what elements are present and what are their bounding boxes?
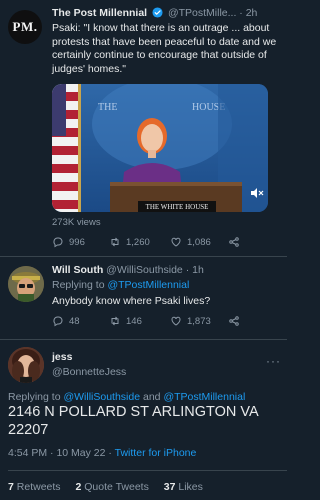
user-handle[interactable]: @TPostMille... <box>168 7 236 19</box>
display-name[interactable]: jess <box>52 351 72 363</box>
heart-icon <box>171 237 181 247</box>
quote-tweets-stat[interactable]: 2 Quote Tweets <box>75 481 154 493</box>
separator: · <box>50 447 54 459</box>
retweet-icon <box>111 237 119 247</box>
timestamp[interactable]: 1h <box>192 264 204 276</box>
retweet-button[interactable]: 1,260 <box>109 236 150 248</box>
timestamp[interactable]: 4:54 PM <box>8 447 47 459</box>
wall-text-left: THE <box>98 102 117 113</box>
share-icon <box>229 316 239 326</box>
retweet-button[interactable]: 146 <box>109 315 142 327</box>
replying-and: and <box>142 391 161 403</box>
avatar[interactable] <box>8 347 44 383</box>
user-handle[interactable]: @WilliSouthside <box>106 264 183 276</box>
separator: · <box>185 264 190 276</box>
share-icon <box>229 237 239 247</box>
like-count: 1,873 <box>187 315 211 327</box>
video-frame: THE HOUSE THE WHITE HOUSE <box>52 84 268 212</box>
replying-prefix: Replying to <box>8 391 61 403</box>
retweet-icon <box>111 316 119 326</box>
tweet-header: The Post Millennial @TPostMille... · 2h <box>52 7 281 21</box>
replying-to: Replying to @WilliSouthside and @TPostMi… <box>8 391 245 403</box>
like-button[interactable]: 1,086 <box>170 236 211 248</box>
avatar-image <box>8 266 44 302</box>
tweet-video[interactable]: THE HOUSE THE WHITE HOUSE <box>52 84 268 212</box>
client-source-link[interactable]: Twitter for iPhone <box>115 447 197 459</box>
avatar[interactable] <box>8 266 44 302</box>
user-handle[interactable]: @BonnetteJess <box>52 366 126 378</box>
separator: · <box>239 7 243 19</box>
engagement-stats: 7 Retweets 2 Quote Tweets 37 Likes <box>8 481 215 493</box>
american-flag-icon <box>52 84 81 212</box>
avatar-image <box>8 347 44 383</box>
tweet-text: Psaki: "I know that there is an outrage … <box>52 22 277 75</box>
mention-link[interactable]: @WilliSouthside <box>63 391 140 403</box>
display-name[interactable]: Will South <box>52 264 103 276</box>
replying-to: Replying to @TPostMillennial <box>52 279 189 291</box>
reply-count: 48 <box>69 315 80 327</box>
tweet-actions: 48 146 1,873 <box>52 315 252 331</box>
like-button[interactable]: 1,873 <box>170 315 211 327</box>
heart-icon <box>171 316 181 326</box>
avatar[interactable]: PM. <box>8 10 42 44</box>
reply-icon <box>53 237 63 248</box>
share-button[interactable] <box>228 315 240 327</box>
reply-icon <box>53 316 63 327</box>
tweet-text: Anybody know where Psaki lives? <box>52 295 211 307</box>
verified-badge-icon <box>152 7 163 21</box>
likes-stat[interactable]: 37 Likes <box>164 481 209 493</box>
view-count: 273K views <box>52 217 101 228</box>
tweet-divider <box>0 256 287 257</box>
retweet-count: 1,260 <box>126 236 150 248</box>
tweet-jess-focused[interactable]: jess @BonnetteJess ··· Replying to @Will… <box>0 340 287 500</box>
separator: · <box>108 447 112 459</box>
reply-count: 996 <box>69 236 85 248</box>
tweet-meta: 4:54 PM · 10 May 22 · Twitter for iPhone <box>8 447 196 459</box>
mention-link[interactable]: @TPostMillennial <box>107 279 189 291</box>
replying-prefix: Replying to <box>52 279 105 291</box>
display-name[interactable]: The Post Millennial <box>52 7 147 19</box>
tweet-actions: 996 1,260 1,086 <box>52 236 252 252</box>
tweet-will-south[interactable]: Will South @WilliSouthside · 1h Replying… <box>0 258 287 338</box>
mention-link[interactable]: @TPostMillennial <box>163 391 245 403</box>
reply-button[interactable]: 996 <box>52 236 85 248</box>
timestamp[interactable]: 2h <box>246 7 258 19</box>
tweet-the-post-millennial[interactable]: PM. The Post Millennial @TPostMille... ·… <box>0 0 287 255</box>
retweet-count: 146 <box>126 315 142 327</box>
reply-button[interactable]: 48 <box>52 315 80 327</box>
avatar-logo-text: PM. <box>12 19 38 34</box>
podium-sign: THE WHITE HOUSE <box>146 203 209 211</box>
share-button[interactable] <box>228 236 240 248</box>
meta-divider <box>8 470 287 471</box>
tweet-header: Will South @WilliSouthside · 1h <box>52 264 281 276</box>
retweets-stat[interactable]: 7 Retweets <box>8 481 67 493</box>
tweet-text: 2146 N POLLARD ST ARLINGTON VA 22207 <box>8 404 258 438</box>
date[interactable]: 10 May 22 <box>56 447 105 459</box>
like-count: 1,086 <box>187 236 211 248</box>
more-options-icon[interactable]: ··· <box>266 354 281 368</box>
